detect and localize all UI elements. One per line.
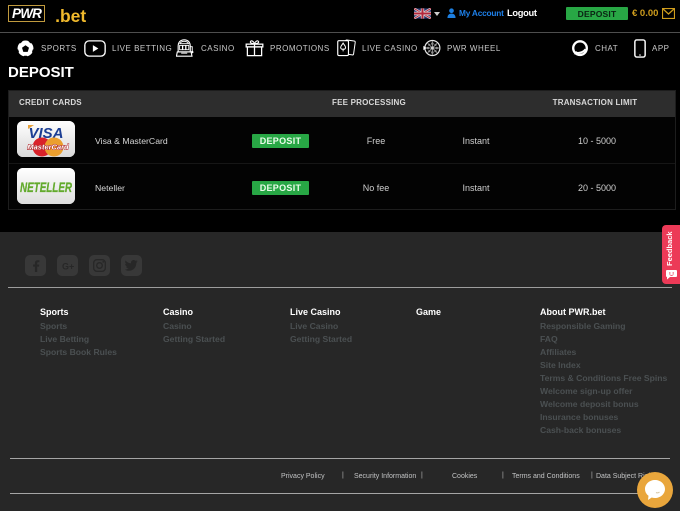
- svg-text:NETELLER: NETELLER: [20, 179, 73, 195]
- svg-text:G+: G+: [62, 261, 74, 271]
- svg-text:MasterCard: MasterCard: [27, 143, 69, 152]
